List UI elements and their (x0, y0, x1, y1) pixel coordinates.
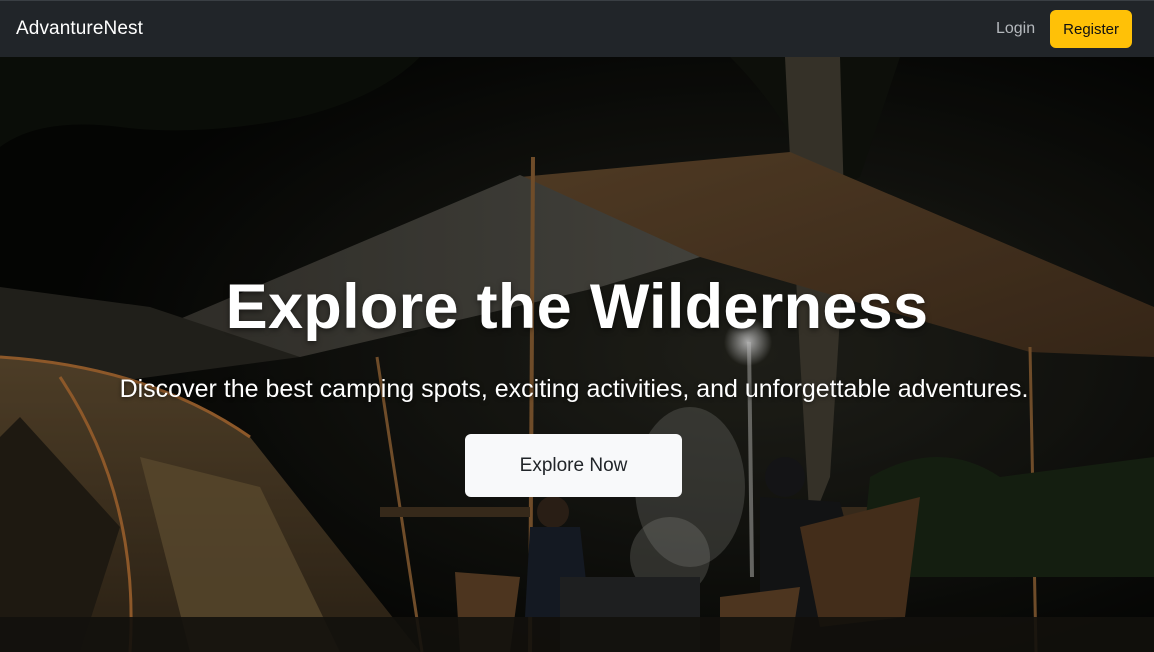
hero-section: Explore the Wilderness Discover the best… (0, 57, 1154, 652)
hero-content: Explore the Wilderness Discover the best… (0, 57, 1154, 652)
top-navbar: AdvantureNest Login Register (0, 0, 1154, 57)
hero-subtitle: Discover the best camping spots, excitin… (119, 375, 1029, 403)
nav-actions: Login Register (992, 10, 1132, 48)
explore-now-button[interactable]: Explore Now (465, 434, 682, 497)
register-button[interactable]: Register (1050, 10, 1132, 48)
hero-title: Explore the Wilderness (225, 272, 929, 342)
brand-logo-text[interactable]: AdvantureNest (16, 18, 143, 40)
login-link[interactable]: Login (992, 14, 1039, 44)
